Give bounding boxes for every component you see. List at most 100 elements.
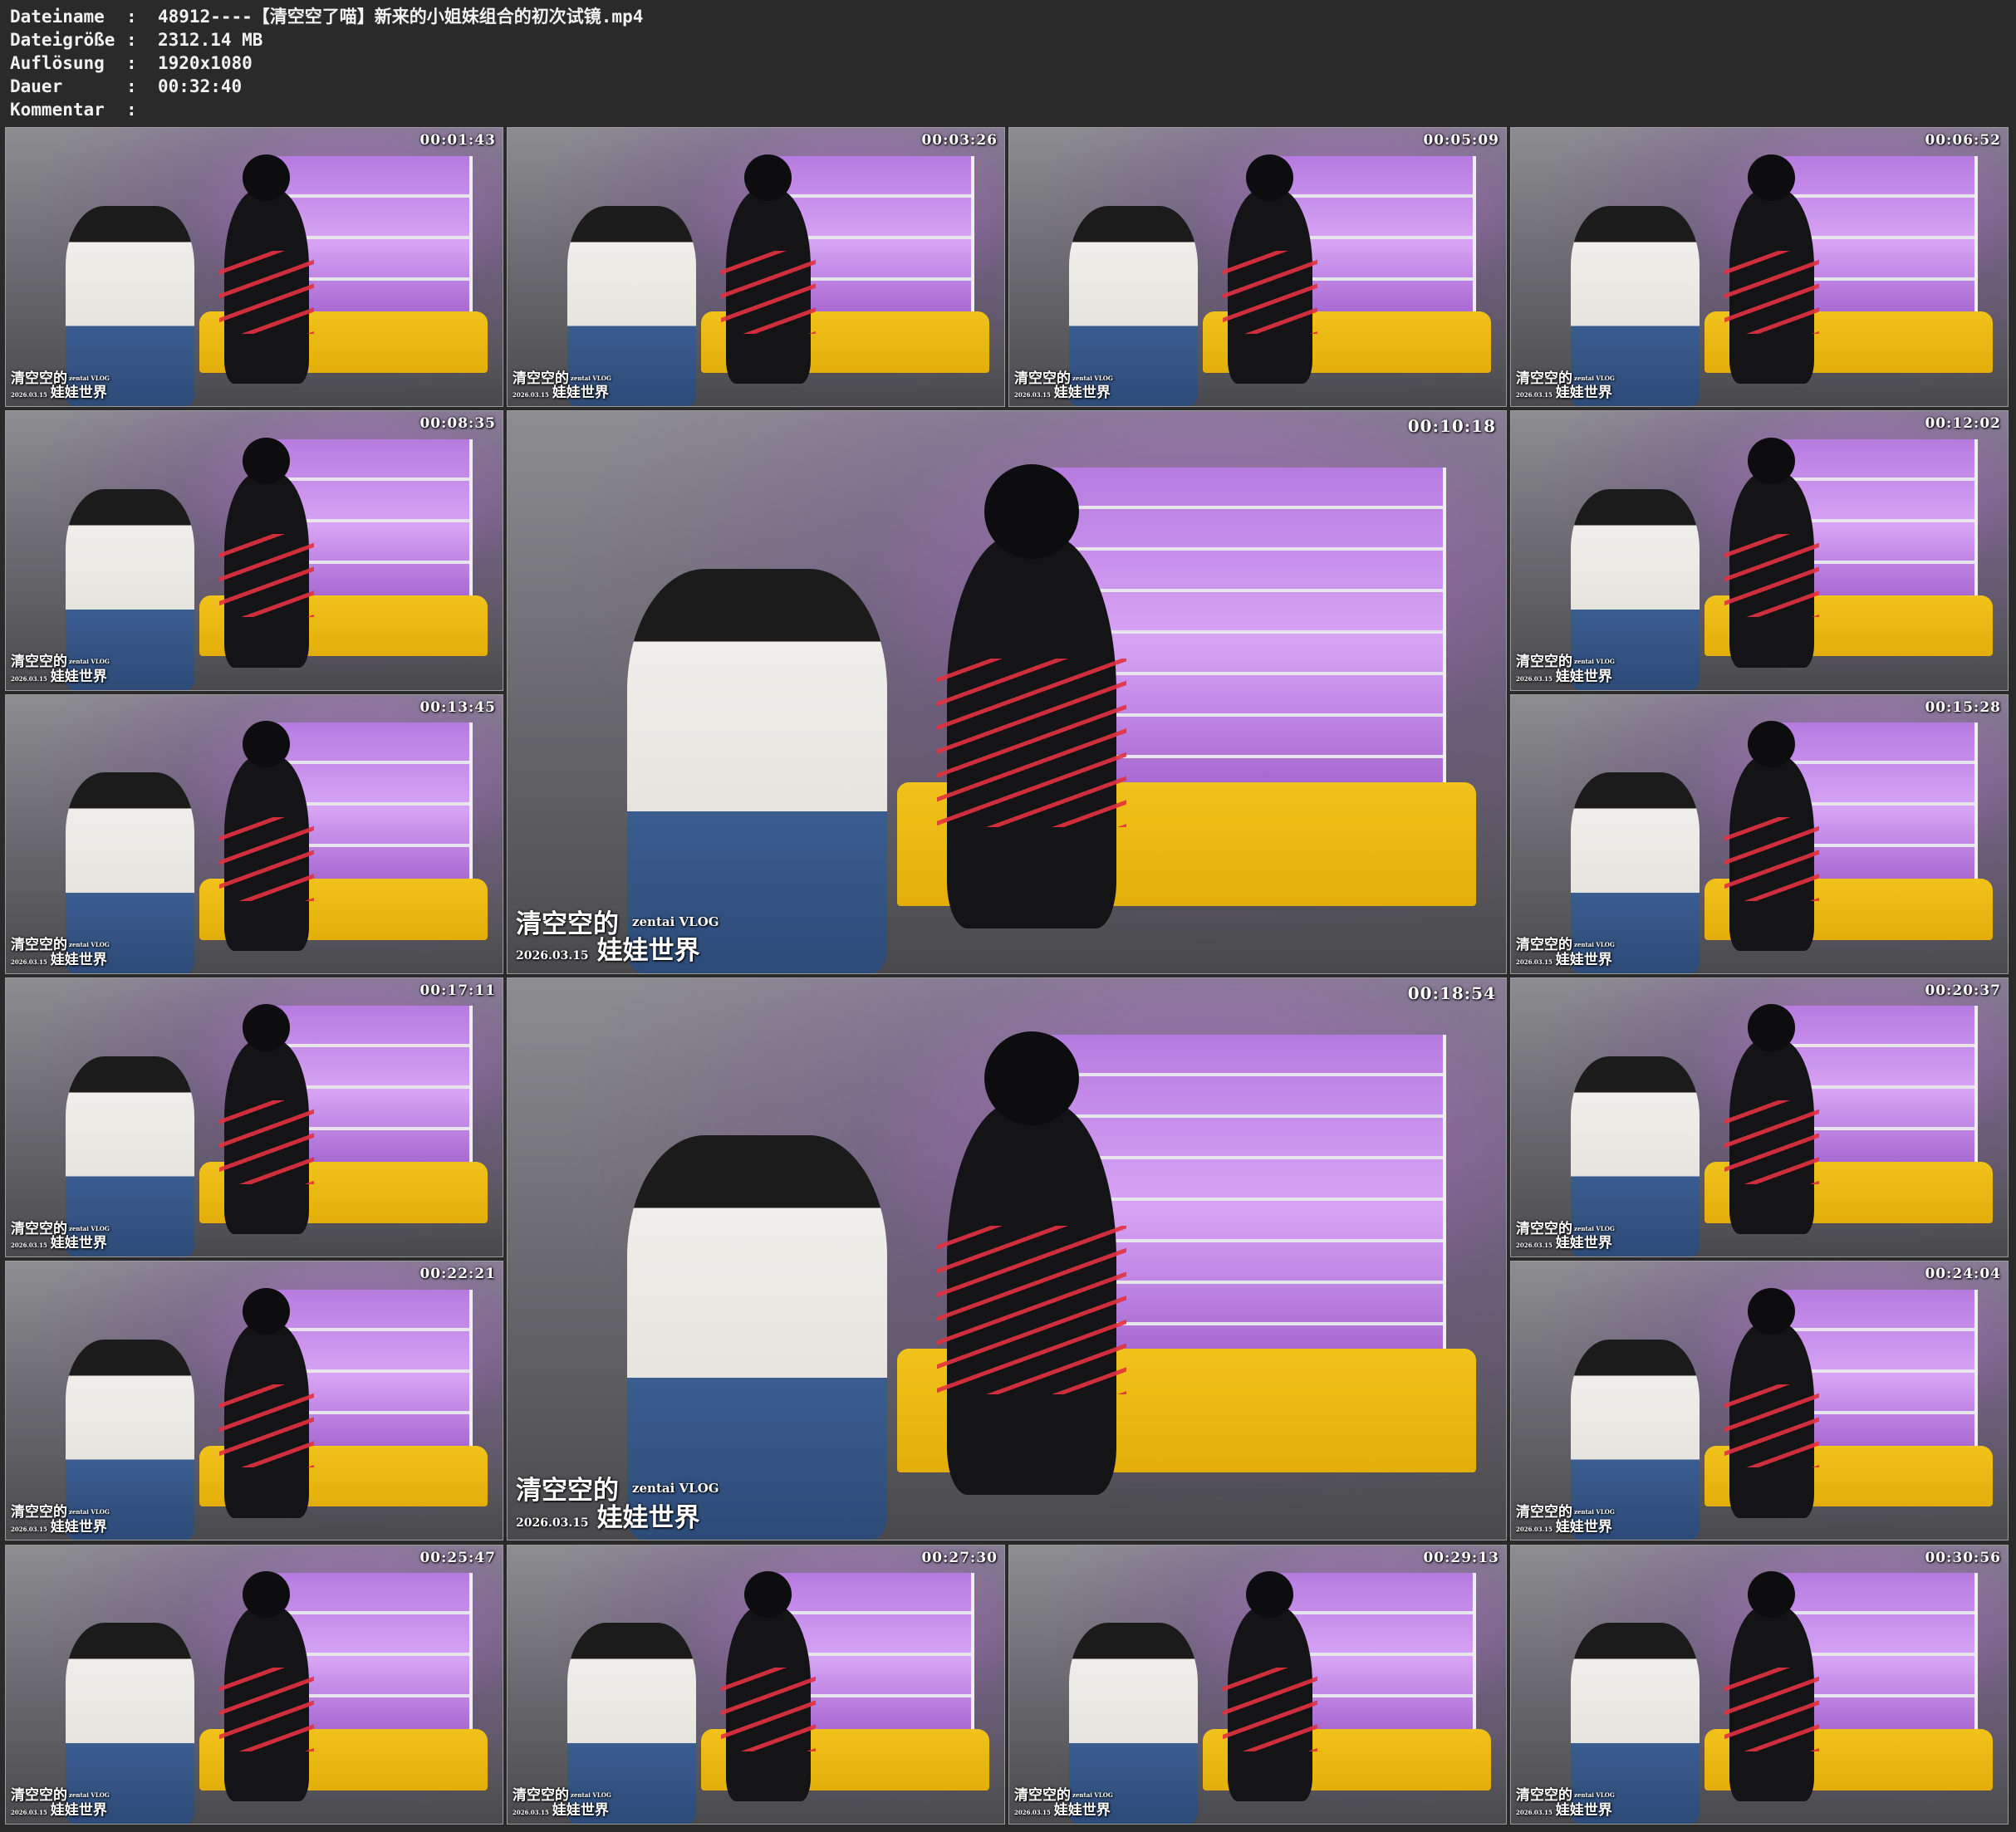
thumbnail-timestamp: 00:15:28 xyxy=(1925,698,2001,716)
watermark-date: 2026.03.15 xyxy=(516,949,589,963)
info-separator: : xyxy=(126,30,137,50)
watermark-subtitle: zentai VLOG xyxy=(69,941,110,949)
thumbnail-timestamp: 00:17:11 xyxy=(419,982,496,999)
watermark-date: 2026.03.15 xyxy=(11,1525,47,1533)
video-thumbnail: 00:13:45 清空空的 zentai VLOG 2026.03.15 娃娃世界 xyxy=(5,693,503,974)
thumbnail-watermark: 清空空的 zentai VLOG 2026.03.15 娃娃世界 xyxy=(11,938,110,968)
video-thumbnail: 00:10:18 清空空的 zentai VLOG 2026.03.15 娃娃世界 xyxy=(507,410,1507,974)
red-rope xyxy=(721,250,816,335)
watermark-date: 2026.03.15 xyxy=(1516,1808,1552,1816)
thumbnail-timestamp: 00:13:45 xyxy=(419,698,496,716)
video-thumbnail: 00:20:37 清空空的 zentai VLOG 2026.03.15 娃娃世界 xyxy=(1510,977,2009,1258)
watermark-title2: 娃娃世界 xyxy=(552,385,609,402)
thumbnail-timestamp: 00:22:21 xyxy=(419,1266,496,1283)
thumbnail-timestamp: 00:12:02 xyxy=(1925,415,2001,433)
thumbnail-watermark: 清空空的 zentai VLOG 2026.03.15 娃娃世界 xyxy=(11,1788,110,1819)
watermark-date: 2026.03.15 xyxy=(11,1808,47,1816)
watermark-title2: 娃娃世界 xyxy=(50,385,107,402)
watermark-date: 2026.03.15 xyxy=(1516,1525,1552,1533)
info-separator: : xyxy=(126,53,137,73)
file-info-panel: Dateiname : 48912----【清空空了喵】新来的小姐妹组合的初次试… xyxy=(10,5,643,121)
info-key: Dauer xyxy=(10,76,63,96)
thumbnail-timestamp: 00:18:54 xyxy=(1407,982,1496,1003)
watermark-title2: 娃娃世界 xyxy=(1555,1518,1612,1536)
thumbnail-timestamp: 00:20:37 xyxy=(1925,982,2001,999)
watermark-subtitle: zentai VLOG xyxy=(69,374,110,382)
video-thumbnail: 00:12:02 清空空的 zentai VLOG 2026.03.15 娃娃世界 xyxy=(1510,410,2009,691)
thumbnail-watermark: 清空空的 zentai VLOG 2026.03.15 娃娃世界 xyxy=(11,1505,110,1536)
thumbnail-grid: 00:01:43 清空空的 zentai VLOG 2026.03.15 娃娃世界 00:… xyxy=(5,127,2012,1828)
red-rope xyxy=(1724,1384,1819,1468)
watermark-date: 2026.03.15 xyxy=(1014,1808,1051,1816)
watermark-subtitle: zentai VLOG xyxy=(69,1507,110,1516)
video-thumbnail: 00:18:54 清空空的 zentai VLOG 2026.03.15 娃娃世界 xyxy=(507,977,1507,1541)
red-rope xyxy=(1223,1668,1317,1751)
info-separator: : xyxy=(126,7,137,27)
video-thumbnail: 00:29:13 清空空的 zentai VLOG 2026.03.15 娃娃世界 xyxy=(1008,1544,1507,1825)
watermark-date: 2026.03.15 xyxy=(11,674,47,683)
red-rope xyxy=(219,1100,314,1185)
red-rope xyxy=(219,1384,314,1468)
watermark-subtitle: zentai VLOG xyxy=(1574,1224,1615,1232)
watermark-date: 2026.03.15 xyxy=(513,391,549,399)
watermark-subtitle: zentai VLOG xyxy=(69,657,110,665)
watermark-subtitle: zentai VLOG xyxy=(1574,941,1615,949)
video-thumbnail: 00:27:30 清空空的 zentai VLOG 2026.03.15 娃娃世界 xyxy=(507,1544,1005,1825)
watermark-date: 2026.03.15 xyxy=(11,958,47,967)
red-rope xyxy=(1223,250,1317,335)
red-rope xyxy=(936,1225,1127,1394)
info-row-resolution: Auflösung : 1920x1080 xyxy=(10,51,643,75)
info-value-duration: 00:32:40 xyxy=(158,76,243,96)
thumbnail-watermark: 清空空的 zentai VLOG 2026.03.15 娃娃世界 xyxy=(1516,371,1615,402)
video-thumbnail: 00:05:09 清空空的 zentai VLOG 2026.03.15 娃娃世界 xyxy=(1008,127,1507,408)
watermark-date: 2026.03.15 xyxy=(11,391,47,399)
thumbnail-timestamp: 00:24:04 xyxy=(1925,1266,2001,1283)
watermark-date: 2026.03.15 xyxy=(513,1808,549,1816)
info-key: Auflösung xyxy=(10,53,105,73)
thumbnail-timestamp: 00:27:30 xyxy=(921,1549,998,1566)
video-thumbnail: 00:15:28 清空空的 zentai VLOG 2026.03.15 娃娃世界 xyxy=(1510,693,2009,974)
info-value-filesize: 2312.14 MB xyxy=(158,30,263,50)
thumbnail-watermark: 清空空的 zentai VLOG 2026.03.15 娃娃世界 xyxy=(516,911,719,967)
watermark-date: 2026.03.15 xyxy=(1516,391,1552,399)
watermark-title2: 娃娃世界 xyxy=(1555,1801,1612,1819)
thumbnail-timestamp: 00:06:52 xyxy=(1925,132,2001,149)
red-rope xyxy=(1724,1668,1819,1751)
watermark-subtitle: zentai VLOG xyxy=(1574,1507,1615,1516)
video-thumbnail: 00:08:35 清空空的 zentai VLOG 2026.03.15 娃娃世界 xyxy=(5,410,503,691)
video-thumbnail: 00:22:21 清空空的 zentai VLOG 2026.03.15 娃娃世界 xyxy=(5,1261,503,1541)
thumbnail-watermark: 清空空的 zentai VLOG 2026.03.15 娃娃世界 xyxy=(513,1788,611,1819)
thumbnail-timestamp: 00:30:56 xyxy=(1925,1549,2001,1566)
info-value-resolution: 1920x1080 xyxy=(158,53,253,73)
thumbnail-watermark: 清空空的 zentai VLOG 2026.03.15 娃娃世界 xyxy=(1516,1505,1615,1536)
red-rope xyxy=(721,1668,816,1751)
thumbnail-watermark: 清空空的 zentai VLOG 2026.03.15 娃娃世界 xyxy=(1014,371,1113,402)
video-thumbnail: 00:17:11 清空空的 zentai VLOG 2026.03.15 娃娃世界 xyxy=(5,977,503,1258)
watermark-title2: 娃娃世界 xyxy=(596,1502,700,1533)
video-thumbnail: 00:25:47 清空空的 zentai VLOG 2026.03.15 娃娃世界 xyxy=(5,1544,503,1825)
watermark-subtitle: zentai VLOG xyxy=(571,374,611,382)
thumbnail-watermark: 清空空的 zentai VLOG 2026.03.15 娃娃世界 xyxy=(516,1477,719,1533)
thumbnail-watermark: 清空空的 zentai VLOG 2026.03.15 娃娃世界 xyxy=(11,654,110,685)
watermark-subtitle: zentai VLOG xyxy=(69,1791,110,1800)
watermark-subtitle: zentai VLOG xyxy=(632,1481,719,1496)
thumbnail-timestamp: 00:25:47 xyxy=(419,1549,496,1566)
thumbnail-watermark: 清空空的 zentai VLOG 2026.03.15 娃娃世界 xyxy=(1516,654,1615,685)
watermark-title2: 娃娃世界 xyxy=(596,936,700,967)
red-rope xyxy=(219,250,314,335)
thumbnail-watermark: 清空空的 zentai VLOG 2026.03.15 娃娃世界 xyxy=(1516,938,1615,968)
watermark-title2: 娃娃世界 xyxy=(552,1801,609,1819)
info-row-filename: Dateiname : 48912----【清空空了喵】新来的小姐妹组合的初次试… xyxy=(10,5,643,28)
thumbnail-timestamp: 00:29:13 xyxy=(1423,1549,1499,1566)
thumbnail-timestamp: 00:05:09 xyxy=(1423,132,1499,149)
thumbnail-watermark: 清空空的 zentai VLOG 2026.03.15 娃娃世界 xyxy=(1014,1788,1113,1819)
watermark-date: 2026.03.15 xyxy=(1516,674,1552,683)
thumbnail-watermark: 清空空的 zentai VLOG 2026.03.15 娃娃世界 xyxy=(11,1222,110,1252)
video-thumbnail: 00:03:26 清空空的 zentai VLOG 2026.03.15 娃娃世界 xyxy=(507,127,1005,408)
thumbnail-timestamp: 00:10:18 xyxy=(1407,416,1496,437)
watermark-subtitle: zentai VLOG xyxy=(1574,657,1615,665)
red-rope xyxy=(1724,250,1819,335)
video-thumbnail: 00:06:52 清空空的 zentai VLOG 2026.03.15 娃娃世界 xyxy=(1510,127,2009,408)
thumbnail-watermark: 清空空的 zentai VLOG 2026.03.15 娃娃世界 xyxy=(1516,1788,1615,1819)
watermark-subtitle: zentai VLOG xyxy=(1574,1791,1615,1800)
